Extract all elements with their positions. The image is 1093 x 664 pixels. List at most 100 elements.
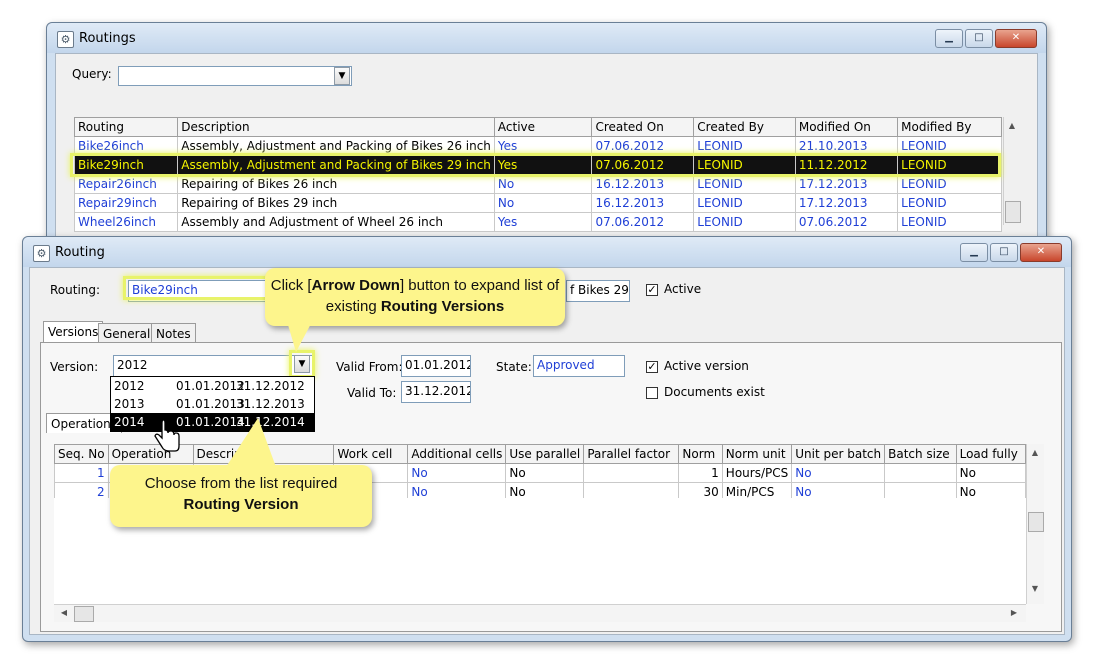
operations-hscrollbar[interactable]: ◀ ▶	[54, 604, 1026, 622]
query-dropdown-button[interactable]: ▼	[334, 67, 350, 85]
column-header[interactable]: Parallel factor	[583, 444, 680, 464]
callout-pointer	[286, 318, 314, 352]
table-cell: Repairing of Bikes 26 inch	[177, 174, 495, 194]
column-header[interactable]: Batch size	[884, 444, 957, 464]
column-header[interactable]: Load fully	[955, 444, 1027, 464]
table-cell: LEONID	[693, 212, 796, 232]
table-cell: Wheel26inch	[73, 212, 179, 232]
minimize-button[interactable]: ▁	[935, 29, 963, 48]
maximize-button[interactable]: □	[965, 29, 993, 48]
table-cell: Repairing of Bikes 29 inch	[177, 193, 495, 213]
table-cell: No	[493, 174, 593, 194]
routing-title: Routing	[55, 245, 105, 260]
state-label: State:	[496, 360, 532, 374]
minimize-button[interactable]: ▁	[960, 243, 988, 262]
table-cell	[583, 463, 680, 483]
table-cell: No	[407, 463, 507, 483]
valid-to-field[interactable]: 31.12.2012	[401, 381, 471, 403]
routings-scrollbar[interactable]: ▲	[1003, 117, 1021, 225]
column-header[interactable]: Norm	[678, 444, 723, 464]
scroll-right-icon[interactable]: ▶	[1006, 608, 1022, 617]
scroll-thumb[interactable]	[1028, 512, 1044, 532]
scroll-down-icon[interactable]: ▼	[1027, 584, 1043, 593]
column-header[interactable]: Modified On	[794, 117, 899, 137]
operations-vscrollbar[interactable]: ▲ ▼	[1026, 444, 1044, 604]
version-option-version: 2013	[114, 397, 145, 411]
scroll-up-icon[interactable]: ▲	[1004, 121, 1020, 130]
scroll-left-icon[interactable]: ◀	[56, 608, 72, 617]
query-select[interactable]	[118, 66, 352, 86]
column-header[interactable]: Description	[177, 117, 495, 137]
maximize-button[interactable]: □	[990, 243, 1018, 262]
callout-text: Click [	[270, 277, 312, 294]
table-cell: LEONID	[693, 193, 796, 213]
tab-versions[interactable]: Versions	[43, 321, 104, 343]
documents-exist-checkbox[interactable]	[646, 387, 658, 399]
table-cell: No	[955, 463, 1027, 483]
routing-titlebar[interactable]: ⚙ Routing ▁ □ ✕	[23, 237, 1071, 267]
version-option-to: 31.12.2012	[236, 379, 305, 393]
documents-exist-label: Documents exist	[664, 385, 765, 399]
version-option-version: 2012	[114, 379, 145, 393]
close-button[interactable]: ✕	[995, 29, 1037, 48]
close-button[interactable]: ✕	[1020, 243, 1062, 262]
callout-text-bold: Routing Versions	[380, 298, 505, 315]
version-option-to: 31.12.2013	[236, 397, 305, 411]
routings-title: Routings	[79, 31, 136, 46]
column-header[interactable]: Use parallel	[505, 444, 585, 464]
version-label: Version:	[50, 360, 99, 374]
version-option[interactable]: 2013 01.01.201331.12.2013	[111, 395, 314, 413]
valid-from-label: Valid From:	[336, 360, 403, 374]
active-label: Active	[664, 282, 702, 296]
callout-pointer	[226, 418, 276, 467]
table-cell: No	[791, 463, 886, 483]
state-field[interactable]: Approved	[533, 355, 625, 377]
column-header[interactable]: Unit per batch	[791, 444, 886, 464]
table-cell: 07.06.2012	[591, 212, 695, 232]
column-header[interactable]: Routing	[73, 117, 179, 137]
active-version-checkbox[interactable]: ✓	[646, 361, 658, 373]
table-cell: 16.12.2013	[591, 174, 695, 194]
column-header[interactable]: Created On	[591, 117, 695, 137]
column-header[interactable]: Modified By	[897, 117, 1002, 137]
tab-general[interactable]: General	[98, 323, 156, 343]
routings-titlebar[interactable]: ⚙ Routings ▁ □ ✕	[47, 23, 1046, 53]
app-icon: ⚙	[57, 31, 74, 48]
table-cell: LEONID	[897, 193, 1002, 213]
version-option[interactable]: 2012 01.01.201231.12.2012	[111, 377, 314, 395]
column-header[interactable]: Seq. No	[54, 444, 109, 464]
table-cell: Repair29inch	[73, 193, 179, 213]
app-icon: ⚙	[33, 245, 50, 262]
version-option-from: 01.01.2013	[176, 397, 245, 411]
table-row[interactable]: Repair29inch Repairing of Bikes 29 inch No…	[73, 193, 1002, 213]
hand-cursor-icon	[154, 420, 180, 452]
callout-text-bold: Routing Version	[183, 496, 299, 513]
table-cell	[884, 463, 957, 483]
valid-to-label: Valid To:	[347, 386, 397, 400]
scroll-thumb[interactable]	[1005, 201, 1021, 223]
column-header[interactable]: Created By	[693, 117, 796, 137]
version-select[interactable]: 2012	[113, 355, 313, 377]
table-cell: LEONID	[693, 174, 796, 194]
table-row[interactable]: Repair26inch Repairing of Bikes 26 inch No…	[73, 174, 1002, 194]
column-header[interactable]: Active	[493, 117, 593, 137]
table-cell: Assembly and Adjustment of Wheel 26 inch	[177, 212, 495, 232]
table-cell: LEONID	[897, 174, 1002, 194]
tab-notes[interactable]: Notes	[151, 323, 196, 343]
table-cell: 1	[54, 463, 109, 483]
column-header[interactable]: Norm unit	[721, 444, 793, 464]
table-cell: No	[493, 193, 593, 213]
table-cell: Yes	[493, 212, 593, 232]
table-cell: No	[505, 463, 585, 483]
valid-from-field[interactable]: 01.01.2012	[401, 355, 471, 377]
h-scroll-thumb[interactable]	[74, 606, 94, 622]
query-label: Query:	[72, 67, 112, 81]
table-cell: 07.06.2012	[794, 212, 899, 232]
column-header[interactable]: Work cell	[333, 444, 409, 464]
routing-description-field[interactable]: f Bikes 29 i	[566, 280, 630, 302]
scroll-up-icon[interactable]: ▲	[1027, 448, 1043, 457]
active-version-label: Active version	[664, 359, 749, 373]
active-checkbox[interactable]: ✓	[646, 284, 658, 296]
column-header[interactable]: Additional cells	[407, 444, 507, 464]
table-row[interactable]: Wheel26inch Assembly and Adjustment of Wh…	[73, 212, 1002, 232]
